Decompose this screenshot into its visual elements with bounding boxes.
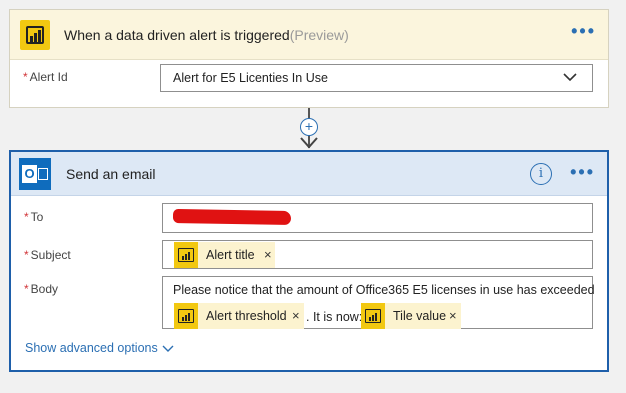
alert-id-dropdown[interactable]: Alert for E5 Licenties In Use <box>160 64 593 92</box>
body-text: Please notice that the amount of Office3… <box>173 283 595 297</box>
chevron-down-icon <box>563 73 577 82</box>
envelope-shape <box>38 168 48 180</box>
power-bi-icon <box>361 303 385 329</box>
send-email-title: Send an email <box>66 166 156 182</box>
alert-id-value: Alert for E5 Licenties In Use <box>173 71 328 85</box>
outlook-icon: O <box>19 158 51 190</box>
show-advanced-options-label: Show advanced options <box>25 341 158 355</box>
tile-value-token[interactable]: Tile value × <box>361 303 461 329</box>
body-mid-text: . It is now: <box>306 310 363 324</box>
power-bi-icon <box>174 303 198 329</box>
to-label-text: To <box>30 210 44 224</box>
remove-token-icon[interactable]: × <box>264 247 272 262</box>
trigger-header[interactable]: When a data driven alert is triggered(Pr… <box>10 10 608 60</box>
subject-label: * Subject <box>24 248 71 262</box>
trigger-card: When a data driven alert is triggered(Pr… <box>9 9 609 108</box>
power-bi-icon <box>20 20 50 50</box>
alert-threshold-token[interactable]: Alert threshold × <box>174 303 304 329</box>
send-email-header[interactable]: O Send an email i ••• <box>11 152 607 196</box>
to-field[interactable] <box>162 203 593 233</box>
body-label: * Body <box>24 282 58 296</box>
token-label: Tile value <box>393 309 447 323</box>
required-marker: * <box>24 282 29 296</box>
alert-title-token[interactable]: Alert title × <box>174 242 275 268</box>
add-step-button[interactable]: + <box>300 118 318 136</box>
email-more-options-icon[interactable]: ••• <box>570 163 595 181</box>
remove-token-icon[interactable]: × <box>292 308 300 323</box>
outlook-letter: O <box>22 165 37 183</box>
redacted-recipient <box>172 208 292 226</box>
alert-id-label-text: Alert Id <box>29 70 68 84</box>
required-marker: * <box>24 210 29 224</box>
info-icon[interactable]: i <box>530 163 552 185</box>
arrow-down-icon <box>300 137 318 149</box>
trigger-title-text: When a data driven alert is triggered <box>64 27 290 43</box>
body-label-text: Body <box>30 282 59 296</box>
required-marker: * <box>24 248 29 262</box>
trigger-title: When a data driven alert is triggered(Pr… <box>64 27 349 43</box>
subject-field[interactable]: Alert title × <box>162 240 593 269</box>
power-bi-icon <box>174 242 198 268</box>
required-marker: * <box>23 70 28 84</box>
chevron-down-icon <box>162 345 174 352</box>
alert-id-label: * Alert Id <box>23 70 68 84</box>
body-field[interactable]: Please notice that the amount of Office3… <box>162 276 595 329</box>
show-advanced-options-link[interactable]: Show advanced options <box>25 341 174 355</box>
token-label: Alert title <box>206 248 255 262</box>
subject-label-text: Subject <box>30 248 71 262</box>
remove-token-icon[interactable]: × <box>449 308 457 323</box>
trigger-more-options-icon[interactable]: ••• <box>571 22 596 40</box>
to-label: * To <box>24 210 43 224</box>
preview-label: (Preview) <box>289 27 349 43</box>
token-label: Alert threshold <box>206 309 287 323</box>
send-email-card: O Send an email i ••• * To * Subject Alert… <box>9 150 609 372</box>
